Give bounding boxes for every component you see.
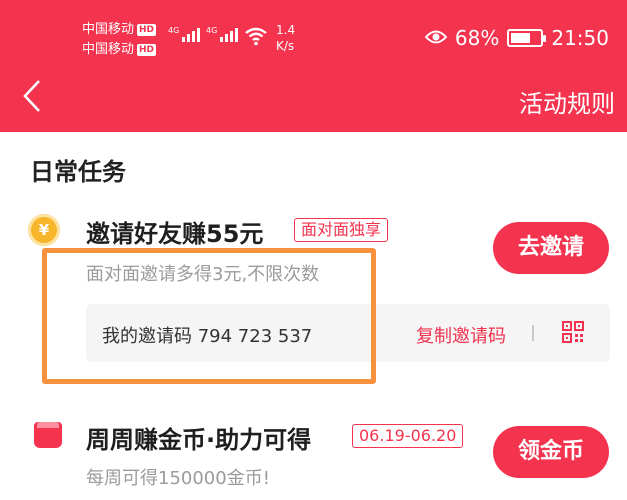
signal-icon-2: 4G xyxy=(206,26,239,42)
app-header: 中国移动 HD 中国移动 HD 4G 4G 1.4 K/s 68% 21:50 活动… xyxy=(0,0,627,132)
task-invite-subtitle: 面对面邀请多得3元,不限次数 xyxy=(86,264,320,285)
divider xyxy=(532,325,534,341)
signal-icon: 4G xyxy=(168,26,201,42)
red-bag-icon xyxy=(34,422,62,448)
task-weekly-title: 周周赚金币·助力可得 xyxy=(86,426,312,454)
section-title: 日常任务 xyxy=(30,158,126,186)
claim-coins-button[interactable]: 领金币 xyxy=(493,426,609,478)
invite-code-panel: 我的邀请码 794 723 537 复制邀请码 xyxy=(86,304,610,362)
network-type-1: 4G xyxy=(168,26,180,35)
clock: 21:50 xyxy=(551,26,609,50)
task-invite-title: 邀请好友赚55元 xyxy=(86,220,264,248)
hd-badge-2: HD xyxy=(137,44,157,56)
copy-invite-code-button[interactable]: 复制邀请码 xyxy=(416,322,506,348)
task-invite-tag: 面对面独享 xyxy=(294,218,389,242)
coin-yuan-icon: ¥ xyxy=(28,214,60,246)
invite-code-text: 我的邀请码 794 723 537 xyxy=(102,326,313,347)
wifi-icon xyxy=(244,26,268,50)
activity-rules-link[interactable]: 活动规则 xyxy=(519,84,615,119)
task-weekly-tag: 06.19-06.20 xyxy=(352,424,464,448)
eye-icon xyxy=(424,26,448,50)
back-button[interactable] xyxy=(22,76,52,116)
speed-value: 1.4 xyxy=(276,23,296,37)
battery-percent: 68% xyxy=(454,26,500,50)
network-type-2: 4G xyxy=(206,26,218,35)
carrier-info: 中国移动 HD 中国移动 HD xyxy=(82,20,157,60)
chevron-left-icon xyxy=(23,80,40,112)
carrier-1: 中国移动 xyxy=(82,22,135,37)
status-right: 68% 21:50 xyxy=(424,26,609,50)
network-speed: 1.4 K/s xyxy=(276,22,295,54)
qr-code-icon[interactable] xyxy=(562,321,584,343)
carrier-2: 中国移动 xyxy=(82,42,135,57)
invite-button[interactable]: 去邀请 xyxy=(493,222,609,274)
hd-badge-1: HD xyxy=(137,24,157,36)
speed-unit: K/s xyxy=(276,39,295,53)
battery-fill xyxy=(511,33,531,43)
task-weekly-subtitle: 每周可得150000金币! xyxy=(86,468,270,489)
battery-icon xyxy=(507,29,547,47)
